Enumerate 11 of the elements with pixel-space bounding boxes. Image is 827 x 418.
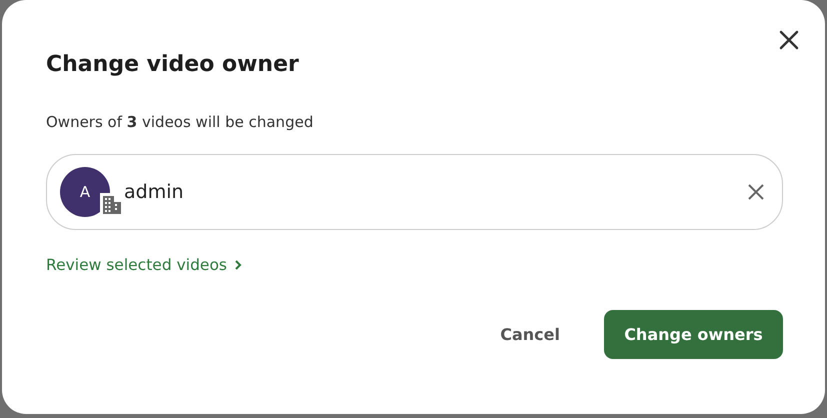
change-owners-button[interactable]: Change owners [604, 310, 783, 359]
owner-field[interactable]: A admin [46, 154, 783, 230]
close-icon[interactable] [779, 30, 799, 50]
owner-name: admin [124, 181, 185, 203]
review-link[interactable]: Review selected videos [46, 256, 243, 274]
user-avatar: A [60, 167, 110, 217]
clear-icon[interactable] [748, 184, 764, 200]
building-icon [100, 193, 124, 217]
dialog-title: Change video owner [46, 52, 300, 77]
dialog-message: Owners of 3 videos will be changed [46, 113, 314, 131]
chevron-icon [233, 259, 243, 271]
